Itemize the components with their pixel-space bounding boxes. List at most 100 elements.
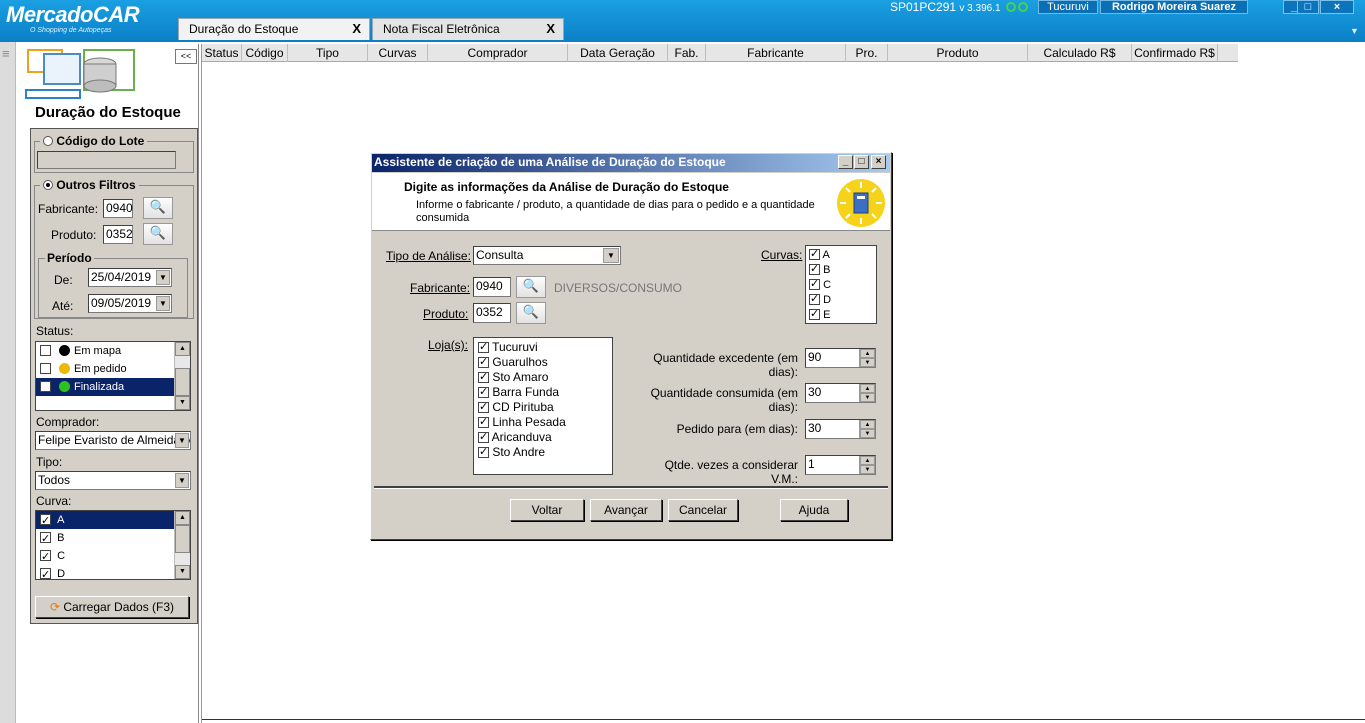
dlg-curva-checkbox[interactable] bbox=[809, 292, 820, 307]
scroll-down-icon[interactable]: ▼ bbox=[175, 396, 190, 410]
comprador-select[interactable]: Felipe Evaristo de Almeida M ▼ bbox=[35, 431, 191, 450]
dlg-curva-item[interactable]: B bbox=[809, 262, 876, 278]
column-header[interactable]: Data Geração bbox=[568, 44, 668, 62]
produto-input[interactable]: 0352 bbox=[103, 225, 133, 244]
dialog-close-icon[interactable]: × bbox=[871, 155, 886, 169]
curva-checkbox[interactable] bbox=[40, 566, 51, 579]
de-date-input[interactable]: 25/04/2019 ▼ bbox=[88, 268, 172, 287]
column-header[interactable]: Calculado R$ bbox=[1028, 44, 1132, 62]
scroll-up-icon[interactable]: ▲ bbox=[175, 511, 190, 525]
spinner-arrows-icon[interactable]: ▲ ▼ bbox=[859, 420, 875, 438]
chevron-down-icon[interactable]: ▼ bbox=[175, 473, 189, 488]
status-checkbox[interactable] bbox=[40, 345, 51, 356]
search-produto-button[interactable]: 🔍 bbox=[143, 223, 173, 245]
column-header[interactable]: Fabricante bbox=[706, 44, 846, 62]
curva-checkbox[interactable] bbox=[40, 530, 51, 548]
loja-checkbox[interactable] bbox=[478, 400, 489, 415]
lote-radio[interactable] bbox=[43, 136, 53, 146]
loja-checkbox[interactable] bbox=[478, 355, 489, 370]
loja-checkbox[interactable] bbox=[478, 415, 489, 430]
column-header[interactable]: Curvas bbox=[368, 44, 428, 62]
user-button[interactable]: Rodrigo Moreira Suarez bbox=[1100, 0, 1248, 14]
loja-checkbox[interactable] bbox=[478, 385, 489, 400]
fabricante-input[interactable]: 0940 bbox=[103, 199, 133, 218]
load-data-button[interactable]: ⟳ Carregar Dados (F3) bbox=[35, 596, 189, 618]
voltar-button[interactable]: Voltar bbox=[510, 499, 584, 521]
column-header[interactable]: Tipo bbox=[288, 44, 368, 62]
tab-close-icon[interactable]: X bbox=[352, 19, 361, 39]
curva-checkbox[interactable] bbox=[40, 548, 51, 566]
status-checkbox[interactable] bbox=[40, 381, 51, 392]
close-icon[interactable]: × bbox=[1320, 0, 1354, 14]
curva-scrollbar[interactable]: ▲ ▼ bbox=[174, 511, 190, 579]
ajuda-button[interactable]: Ajuda bbox=[780, 499, 848, 521]
dlg-curva-checkbox[interactable] bbox=[809, 262, 820, 277]
scroll-down-icon[interactable]: ▼ bbox=[175, 565, 190, 579]
qtd-excedente-spinner[interactable]: 90 ▲ ▼ bbox=[805, 348, 876, 368]
outros-filtros-radio[interactable] bbox=[43, 180, 53, 190]
chevron-down-icon[interactable]: ▼ bbox=[1350, 26, 1359, 36]
column-header[interactable]: Status bbox=[202, 44, 242, 62]
dlg-search-produto-button[interactable]: 🔍 bbox=[516, 302, 546, 324]
search-fabricante-button[interactable]: 🔍 bbox=[143, 197, 173, 219]
column-header[interactable]: Comprador bbox=[428, 44, 568, 62]
maximize-icon[interactable]: □ bbox=[1297, 0, 1319, 14]
spinner-arrows-icon[interactable]: ▲ ▼ bbox=[859, 349, 875, 367]
curva-item[interactable]: B bbox=[36, 529, 190, 548]
loja-item[interactable]: Linha Pesada bbox=[478, 415, 612, 430]
loja-item[interactable]: Sto Amaro bbox=[478, 370, 612, 385]
status-scrollbar[interactable]: ▲ ▼ bbox=[174, 342, 190, 410]
calendar-dropdown-icon[interactable]: ▼ bbox=[156, 270, 170, 285]
curva-item[interactable]: D bbox=[36, 565, 190, 579]
qtd-consumida-spinner[interactable]: 30 ▲ ▼ bbox=[805, 383, 876, 403]
ate-date-input[interactable]: 09/05/2019 ▼ bbox=[88, 294, 172, 313]
chevron-down-icon[interactable]: ▼ bbox=[603, 248, 619, 263]
spinner-arrows-icon[interactable]: ▲ ▼ bbox=[859, 456, 875, 474]
curva-item[interactable]: A bbox=[36, 511, 174, 530]
column-header[interactable]: Produto bbox=[888, 44, 1028, 62]
pedido-spinner[interactable]: 30 ▲ ▼ bbox=[805, 419, 876, 439]
scroll-thumb[interactable] bbox=[175, 525, 190, 553]
outros-filtros-option[interactable]: Outros Filtros bbox=[40, 178, 139, 192]
tab-duracao-estoque[interactable]: Duração do Estoque X bbox=[178, 18, 370, 40]
tipo-select[interactable]: Todos ▼ bbox=[35, 471, 191, 490]
dlg-curva-checkbox[interactable] bbox=[809, 307, 820, 322]
collapse-panel-button[interactable]: << bbox=[175, 49, 197, 64]
loja-item[interactable]: CD Pirituba bbox=[478, 400, 612, 415]
dialog-maximize-icon[interactable]: □ bbox=[854, 155, 869, 169]
chevron-down-icon[interactable]: ▼ bbox=[175, 433, 189, 448]
avancar-button[interactable]: Avançar bbox=[590, 499, 662, 521]
loja-item[interactable]: Aricanduva bbox=[478, 430, 612, 445]
loja-item[interactable]: Barra Funda bbox=[478, 385, 612, 400]
loja-checkbox[interactable] bbox=[478, 340, 489, 355]
spinner-arrows-icon[interactable]: ▲ ▼ bbox=[859, 384, 875, 402]
tab-close-icon[interactable]: X bbox=[546, 19, 555, 39]
column-header[interactable]: Pro. bbox=[846, 44, 888, 62]
dlg-curva-item[interactable]: C bbox=[809, 277, 876, 293]
status-item[interactable]: Em mapa bbox=[36, 342, 190, 360]
vezes-vm-spinner[interactable]: 1 ▲ ▼ bbox=[805, 455, 876, 475]
column-header[interactable]: Código bbox=[242, 44, 288, 62]
dlg-curva-checkbox[interactable] bbox=[809, 247, 820, 262]
status-checkbox[interactable] bbox=[40, 363, 51, 374]
scroll-thumb[interactable] bbox=[175, 368, 190, 396]
column-header[interactable]: Confirmado R$ bbox=[1132, 44, 1218, 62]
loja-checkbox[interactable] bbox=[478, 445, 489, 460]
menu-icon[interactable]: ≡ bbox=[2, 46, 10, 61]
lote-option[interactable]: Código do Lote bbox=[40, 134, 148, 148]
dlg-produto-input[interactable]: 0352 bbox=[473, 303, 511, 323]
lote-input[interactable] bbox=[37, 151, 176, 169]
loja-checkbox[interactable] bbox=[478, 370, 489, 385]
curva-item[interactable]: C bbox=[36, 547, 190, 566]
dlg-search-fabricante-button[interactable]: 🔍 bbox=[516, 276, 546, 298]
curva-checkbox[interactable] bbox=[40, 512, 51, 530]
tab-nota-fiscal[interactable]: Nota Fiscal Eletrônica X bbox=[372, 18, 564, 40]
dlg-curva-item[interactable]: D bbox=[809, 292, 876, 308]
loja-item[interactable]: Guarulhos bbox=[478, 355, 612, 370]
dialog-minimize-icon[interactable]: _ bbox=[838, 155, 853, 169]
scroll-up-icon[interactable]: ▲ bbox=[175, 342, 190, 356]
loja-item[interactable]: Sto Andre bbox=[478, 445, 612, 460]
dlg-curva-checkbox[interactable] bbox=[809, 277, 820, 292]
tipo-analise-select[interactable]: Consulta ▼ bbox=[473, 246, 621, 265]
calendar-dropdown-icon[interactable]: ▼ bbox=[156, 296, 170, 311]
